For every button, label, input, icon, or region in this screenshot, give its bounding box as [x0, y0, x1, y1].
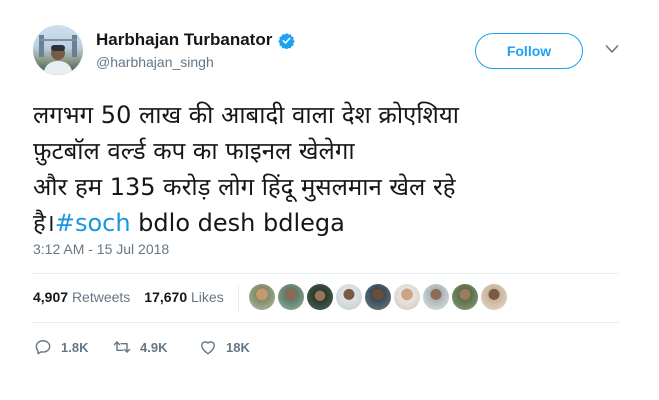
- retweets-stat[interactable]: 4,907 Retweets: [33, 289, 130, 305]
- heart-icon: [201, 341, 215, 355]
- reply-action[interactable]: 1.8K: [33, 337, 112, 357]
- liker-avatar[interactable]: [307, 284, 333, 310]
- likes-count: 17,670: [144, 289, 188, 305]
- follow-button[interactable]: Follow: [475, 33, 583, 69]
- liker-avatar[interactable]: [394, 284, 420, 310]
- liker-avatar[interactable]: [249, 284, 275, 310]
- likes-label: Likes: [191, 289, 224, 305]
- liker-avatar[interactable]: [365, 284, 391, 310]
- stats-divider: [238, 285, 239, 311]
- author-name-row: Harbhajan Turbanator: [96, 30, 296, 50]
- retweet-action[interactable]: 4.9K: [112, 337, 198, 357]
- liker-avatar[interactable]: [481, 284, 507, 310]
- retweets-count: 4,907: [33, 289, 69, 305]
- retweet-icon: [113, 341, 131, 353]
- liker-avatar[interactable]: [452, 284, 478, 310]
- divider: [33, 322, 619, 323]
- liker-avatar[interactable]: [278, 284, 304, 310]
- tweet-text-segment: bdlo desh bdlega: [130, 209, 345, 237]
- tweet-timestamp[interactable]: 3:12 AM - 15 Jul 2018: [33, 241, 169, 257]
- author-name[interactable]: Harbhajan Turbanator: [96, 30, 272, 50]
- tweet-text-segment: है।: [33, 209, 55, 237]
- avatar-image: [39, 35, 77, 75]
- reply-count: 1.8K: [61, 339, 89, 355]
- tweet-stats: 4,907 Retweets 17,670 Likes: [33, 289, 224, 305]
- verified-badge-icon: [278, 32, 296, 49]
- tweet-text-line: है।#soch bdlo desh bdlega: [33, 205, 648, 241]
- tweet-text-line: फ़ुटबॉल वर्ल्ड कप का फाइनल खेलेगा: [33, 137, 355, 165]
- tweet-text-line: लगभग 50 लाख की आबादी वाला देश क्रोएशिया: [33, 101, 459, 129]
- liker-avatars: [249, 284, 507, 310]
- tweet-text-line: और हम 135 करोड़ लोग हिंदू मुसलमान खेल रह…: [33, 173, 456, 201]
- like-count: 18K: [226, 339, 250, 355]
- liker-avatar[interactable]: [336, 284, 362, 310]
- retweet-count: 4.9K: [140, 339, 168, 355]
- retweets-label: Retweets: [71, 289, 131, 305]
- divider: [33, 273, 619, 274]
- likes-stat[interactable]: 17,670 Likes: [144, 289, 223, 305]
- author-avatar[interactable]: [33, 25, 83, 75]
- liker-avatar[interactable]: [423, 284, 449, 310]
- like-action[interactable]: 18K: [198, 337, 250, 357]
- tweet-text: लगभग 50 लाख की आबादी वाला देश क्रोएशिया …: [33, 97, 648, 241]
- chevron-down-icon[interactable]: [605, 44, 619, 54]
- reply-icon: [35, 340, 51, 355]
- tweet-actions: 1.8K 4.9K 18K: [33, 337, 250, 357]
- author-handle[interactable]: @harbhajan_singh: [96, 54, 214, 70]
- hashtag-link[interactable]: #soch: [55, 209, 131, 237]
